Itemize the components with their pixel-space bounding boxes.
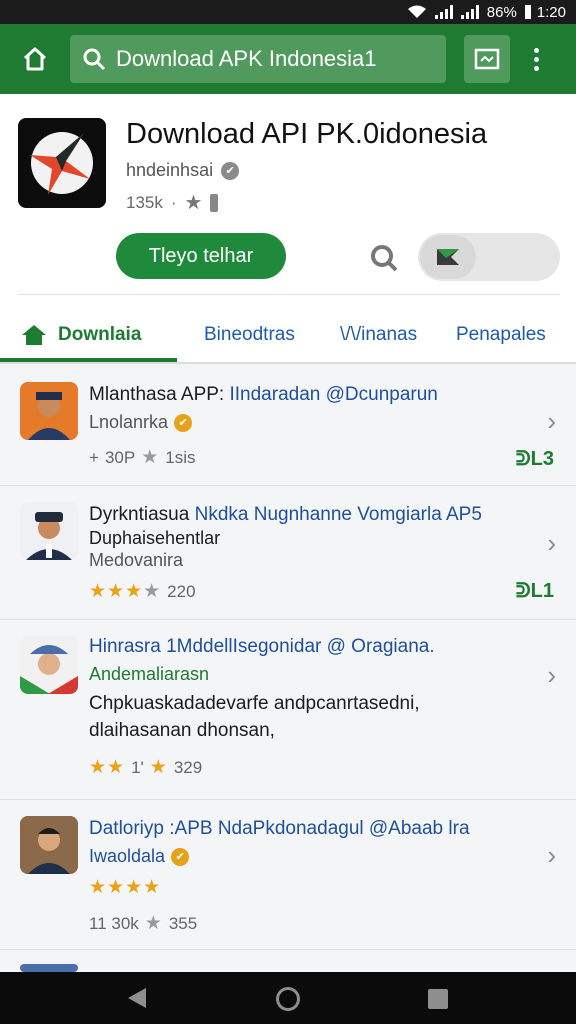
- wifi-icon: [407, 5, 426, 18]
- item-subtitle-bold: Duphaisehentlar: [89, 528, 221, 548]
- item-meta: +30P ★ 1sis: [89, 447, 196, 468]
- install-button[interactable]: Tleyo telhar: [116, 233, 286, 279]
- recents-icon[interactable]: [428, 989, 448, 1009]
- star-logo-icon: [30, 132, 93, 195]
- home-icon: [23, 47, 47, 71]
- tab-bar: Downlaia Bineodtras \/\/inanas Penapales: [0, 308, 576, 362]
- tab-fourth[interactable]: Penapales: [456, 308, 546, 362]
- person-avatar-icon: [20, 636, 78, 694]
- star-icon: ★: [184, 192, 203, 214]
- app-meta: 135k · ★: [126, 190, 219, 215]
- tab-downloads[interactable]: Downlaia: [20, 308, 141, 362]
- home-button[interactable]: [0, 24, 70, 94]
- tab-second[interactable]: Bineodtras: [204, 308, 295, 362]
- item-subtitle: Andemaliarasn: [89, 664, 210, 684]
- item-subtitle: Lnolanrka ✔: [89, 412, 193, 433]
- verified-icon: ✔: [221, 161, 240, 180]
- item-meta: ★★★★ 220: [89, 581, 196, 602]
- tab-label: Downlaia: [58, 324, 142, 345]
- app-title: Download API PK.0idonesia: [126, 118, 488, 150]
- plus-icon: +: [89, 447, 99, 467]
- list-item[interactable]: [0, 950, 576, 972]
- chevron-right-icon: ›: [547, 406, 556, 436]
- search-icon[interactable]: [368, 242, 400, 274]
- search-icon: [83, 48, 106, 71]
- item-meta: ★★ 1' ★ 329: [89, 757, 203, 778]
- chevron-right-icon: ›: [547, 528, 556, 558]
- search-bar[interactable]: Download APK Indonesia1: [70, 35, 446, 83]
- list-item[interactable]: Dyrkntiasua Nkdka Nugnhanne Vomgiarla AP…: [0, 486, 576, 620]
- app-icon[interactable]: [18, 118, 106, 208]
- tab-label: Bineodtras: [204, 324, 295, 345]
- avatar: [20, 636, 78, 694]
- list-item[interactable]: Hinrasra 1MddellIsegonidar @ Oragiana. A…: [0, 620, 576, 800]
- item-title: Dyrkntiasua Nkdka Nugnhanne Vomgiarla AP…: [89, 504, 482, 525]
- divider: [18, 294, 560, 295]
- person-avatar-icon: [20, 816, 78, 874]
- item-title: Hinrasra 1MddellIsegonidar @ Oragiana.: [89, 636, 435, 657]
- home-icon: [22, 325, 46, 345]
- signal-icon-2: [460, 5, 479, 19]
- image-icon: [474, 48, 500, 70]
- item-meta: 11 30k ★ 355: [89, 913, 198, 934]
- chevron-right-icon: ›: [547, 840, 556, 870]
- person-avatar-icon: [20, 382, 78, 440]
- home-circle-icon[interactable]: [276, 987, 300, 1011]
- item-title: Datloriyp :APB NdaPkdonadagul @Abaab lra: [89, 818, 470, 839]
- tab-label: Penapales: [456, 324, 546, 345]
- item-rating: ★★★★: [89, 876, 161, 899]
- back-icon[interactable]: [128, 988, 146, 1008]
- developer-name[interactable]: hndeinhsai: [126, 160, 213, 181]
- app-bar: Download APK Indonesia1: [0, 24, 576, 94]
- item-description: Chpkuaskadadevarfe andpcanrtasedni, dlai…: [89, 693, 420, 741]
- clock: 1:20: [536, 3, 566, 21]
- status-bar: 86% 1:20: [0, 0, 576, 24]
- star-icon: ★: [149, 757, 168, 778]
- signal-icon: [434, 5, 453, 19]
- thumb-icon: ᕲ: [515, 580, 531, 602]
- verified-badge-icon: ✔: [171, 847, 190, 866]
- avatar: [20, 964, 78, 972]
- avatar: [20, 502, 78, 560]
- download-count: 135k: [126, 192, 163, 212]
- list-item[interactable]: Datloriyp :APB NdaPkdonadagul @Abaab lra…: [0, 800, 576, 950]
- avatar: [20, 816, 78, 874]
- size-icon: [210, 193, 219, 212]
- star-icon: ★: [141, 447, 160, 468]
- battery-percent: 86%: [486, 3, 517, 21]
- more-options-button[interactable]: [524, 47, 548, 71]
- item-count: ᕲL3: [515, 448, 554, 470]
- app-header: Download API PK.0idonesia hndeinhsai ✔ 1…: [0, 94, 576, 364]
- list-item[interactable]: Mlanthasa APP: IIndaradan @Dcunparun Lno…: [0, 364, 576, 486]
- tab-label: \/\/inanas: [340, 324, 418, 345]
- star-icon: ★: [144, 913, 163, 934]
- separator-dot: ·: [170, 192, 177, 212]
- item-subtitle: Medovanira: [89, 550, 184, 570]
- system-nav-bar: [0, 972, 576, 1024]
- search-query: Download APK Indonesia1: [116, 46, 377, 71]
- item-count: ᕲL1: [515, 580, 554, 602]
- person-avatar-icon: [20, 502, 78, 560]
- flag-icon: [437, 249, 459, 265]
- developer-row: hndeinhsai ✔: [126, 160, 240, 181]
- avatar: [20, 382, 78, 440]
- chevron-right-icon: ›: [547, 660, 556, 690]
- rating-stars: ★★★★: [89, 877, 162, 898]
- toggle-switch[interactable]: [418, 233, 560, 281]
- thumb-icon: ᕲ: [515, 448, 531, 470]
- filter-button[interactable]: [464, 35, 510, 83]
- verified-badge-icon: ✔: [174, 413, 193, 432]
- rating-stars: ★★★★: [89, 581, 162, 602]
- toggle-knob: [420, 235, 476, 279]
- tab-third[interactable]: \/\/inanas: [340, 308, 417, 362]
- item-subtitle: Iwaoldala ✔: [89, 846, 190, 867]
- battery-icon: [524, 5, 531, 19]
- rating-stars: ★★: [89, 757, 126, 778]
- item-title: Mlanthasa APP: IIndaradan @Dcunparun: [89, 384, 438, 405]
